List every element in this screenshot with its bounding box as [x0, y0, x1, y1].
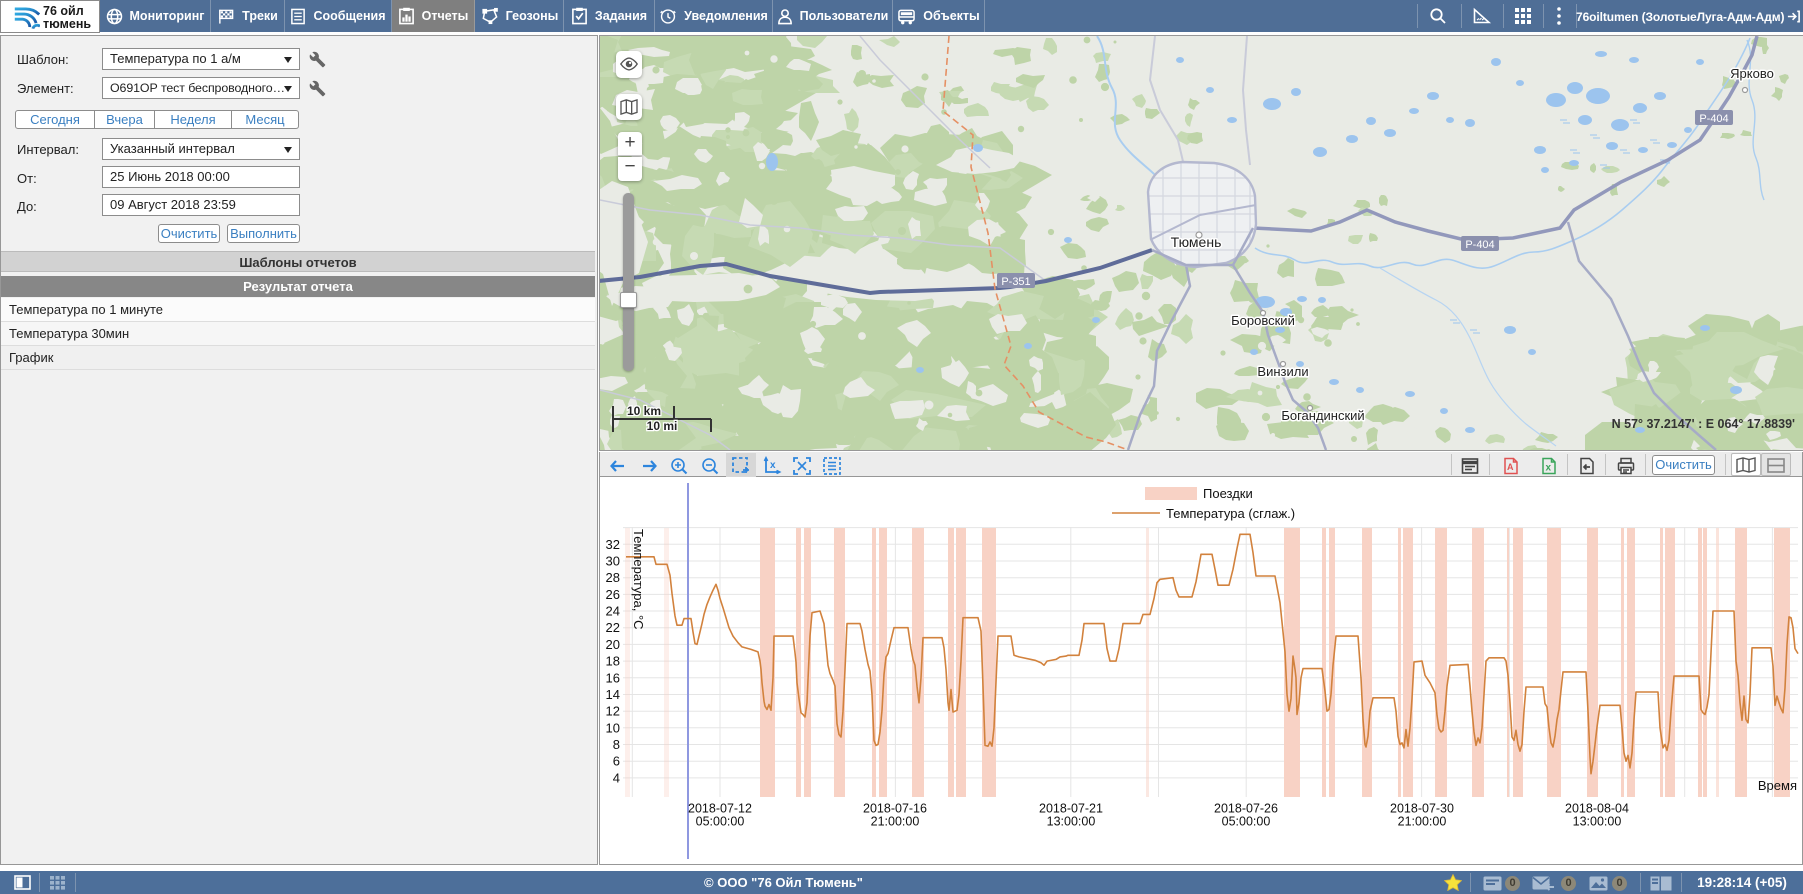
- svg-text:2018-07-26: 2018-07-26: [1214, 802, 1278, 816]
- svg-text:4: 4: [613, 770, 620, 785]
- svg-text:30: 30: [606, 554, 620, 569]
- svg-text:8: 8: [613, 737, 620, 752]
- svg-text:21:00:00: 21:00:00: [1398, 815, 1447, 829]
- svg-text:2018-07-16: 2018-07-16: [863, 802, 927, 816]
- svg-text:x: x: [1546, 463, 1552, 474]
- svg-text:Богандинский: Богандинский: [1281, 408, 1364, 423]
- svg-text:Температура, °C: Температура, °C: [631, 529, 646, 630]
- svg-text:10: 10: [606, 720, 620, 735]
- svg-text:16: 16: [606, 670, 620, 685]
- svg-text:05:00:00: 05:00:00: [696, 815, 745, 829]
- svg-text:2018-08-04: 2018-08-04: [1565, 802, 1629, 816]
- svg-text:6: 6: [613, 754, 620, 769]
- svg-text:2018-07-30: 2018-07-30: [1390, 802, 1454, 816]
- svg-text:x: x: [770, 460, 776, 471]
- svg-text:Р-404: Р-404: [1465, 239, 1494, 251]
- svg-text:10 mi: 10 mi: [647, 419, 678, 433]
- svg-text:26: 26: [606, 587, 620, 602]
- svg-text:Р-404: Р-404: [1699, 113, 1728, 125]
- svg-text:Ярково: Ярково: [1730, 66, 1774, 81]
- svg-text:Поездки: Поездки: [1203, 486, 1253, 501]
- svg-text:05:00:00: 05:00:00: [1222, 815, 1271, 829]
- svg-text:24: 24: [606, 604, 620, 619]
- svg-text:12: 12: [606, 704, 620, 719]
- svg-text:13:00:00: 13:00:00: [1573, 815, 1622, 829]
- svg-text:Р-351: Р-351: [1001, 276, 1030, 288]
- svg-text:N 57° 37.2147' : E 064° 17.883: N 57° 37.2147' : E 064° 17.8839': [1612, 417, 1795, 431]
- svg-text:Время: Время: [1758, 778, 1797, 793]
- svg-text:2018-07-21: 2018-07-21: [1039, 802, 1103, 816]
- svg-text:10 km: 10 km: [627, 404, 661, 418]
- svg-text:18: 18: [606, 654, 620, 669]
- svg-text:2018-07-12: 2018-07-12: [688, 802, 752, 816]
- svg-text:A: A: [1507, 462, 1514, 472]
- svg-text:20: 20: [606, 637, 620, 652]
- svg-text:32: 32: [606, 537, 620, 552]
- svg-text:13:00:00: 13:00:00: [1047, 815, 1096, 829]
- svg-text:22: 22: [606, 620, 620, 635]
- svg-text:Температура (сглаж.): Температура (сглаж.): [1166, 506, 1295, 521]
- svg-text:14: 14: [606, 687, 620, 702]
- svg-text:28: 28: [606, 570, 620, 585]
- svg-text:21:00:00: 21:00:00: [871, 815, 920, 829]
